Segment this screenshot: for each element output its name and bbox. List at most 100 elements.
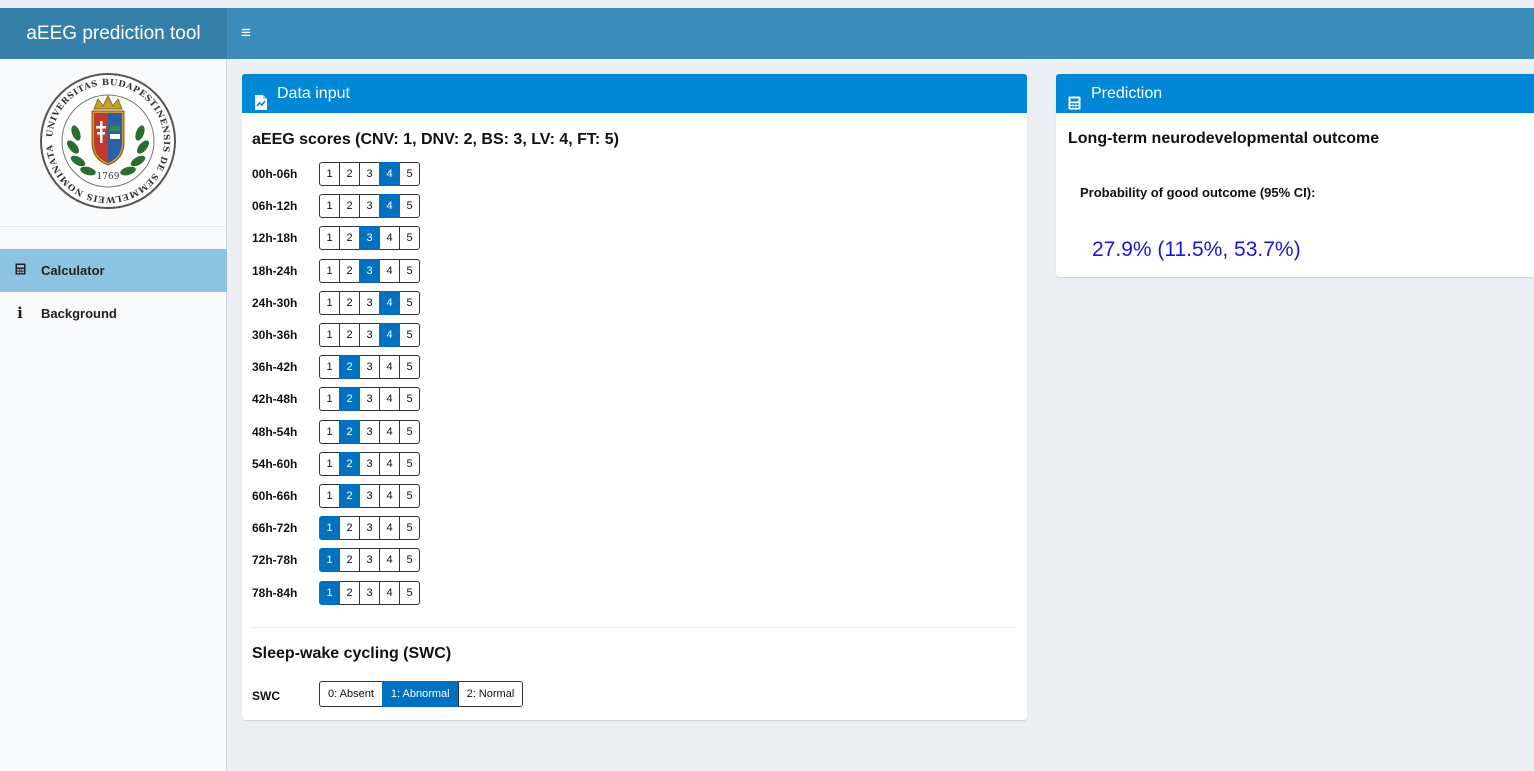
file-chart-icon xyxy=(254,86,268,110)
score-option-4[interactable]: 4 xyxy=(379,194,400,218)
score-option-5[interactable]: 5 xyxy=(399,581,420,605)
score-option-1[interactable]: 1 xyxy=(319,259,340,283)
score-row-label: 18h-24h xyxy=(252,264,298,278)
score-option-5[interactable]: 5 xyxy=(399,516,420,540)
score-option-5[interactable]: 5 xyxy=(399,452,420,476)
score-option-3[interactable]: 3 xyxy=(359,259,380,283)
score-option-3[interactable]: 3 xyxy=(359,581,380,605)
score-option-3[interactable]: 3 xyxy=(359,323,380,347)
score-option-1[interactable]: 1 xyxy=(319,548,340,572)
score-option-2[interactable]: 2 xyxy=(339,420,360,444)
score-option-2[interactable]: 2 xyxy=(339,484,360,508)
score-option-4[interactable]: 4 xyxy=(379,323,400,347)
score-option-3[interactable]: 3 xyxy=(359,516,380,540)
score-option-2[interactable]: 2 xyxy=(339,355,360,379)
score-radio-group: 12345 xyxy=(319,387,420,411)
swc-option-0[interactable]: 0: Absent xyxy=(319,681,383,707)
score-option-5[interactable]: 5 xyxy=(399,323,420,347)
score-option-1[interactable]: 1 xyxy=(319,323,340,347)
score-option-4[interactable]: 4 xyxy=(379,259,400,283)
score-row-label: 66h-72h xyxy=(252,521,298,535)
aeeg-scores-title: aEEG scores (CNV: 1, DNV: 2, BS: 3, LV: … xyxy=(252,131,619,148)
app-brand[interactable]: aEEG prediction tool xyxy=(0,8,227,59)
score-option-4[interactable]: 4 xyxy=(379,581,400,605)
score-option-5[interactable]: 5 xyxy=(399,355,420,379)
score-option-1[interactable]: 1 xyxy=(319,484,340,508)
score-row-label: 78h-84h xyxy=(252,586,298,600)
score-radio-group: 12345 xyxy=(319,355,420,379)
score-option-2[interactable]: 2 xyxy=(339,291,360,315)
outcome-title: Long-term neurodevelopmental outcome xyxy=(1068,130,1380,147)
score-option-2[interactable]: 2 xyxy=(339,194,360,218)
score-option-1[interactable]: 1 xyxy=(319,516,340,540)
score-option-3[interactable]: 3 xyxy=(359,194,380,218)
score-radio-group: 12345 xyxy=(319,452,420,476)
score-row-label: 42h-48h xyxy=(252,392,298,406)
score-option-5[interactable]: 5 xyxy=(399,162,420,186)
score-option-5[interactable]: 5 xyxy=(399,420,420,444)
score-option-4[interactable]: 4 xyxy=(379,162,400,186)
score-option-4[interactable]: 4 xyxy=(379,484,400,508)
score-radio-group: 12345 xyxy=(319,420,420,444)
score-option-3[interactable]: 3 xyxy=(359,387,380,411)
score-option-1[interactable]: 1 xyxy=(319,420,340,444)
score-option-1[interactable]: 1 xyxy=(319,162,340,186)
score-option-1[interactable]: 1 xyxy=(319,355,340,379)
score-option-5[interactable]: 5 xyxy=(399,291,420,315)
score-option-2[interactable]: 2 xyxy=(339,387,360,411)
score-option-1[interactable]: 1 xyxy=(319,291,340,315)
score-option-2[interactable]: 2 xyxy=(339,259,360,283)
score-option-4[interactable]: 4 xyxy=(379,452,400,476)
score-option-5[interactable]: 5 xyxy=(399,226,420,250)
score-option-5[interactable]: 5 xyxy=(399,548,420,572)
score-option-3[interactable]: 3 xyxy=(359,420,380,444)
probability-value: 27.9% (11.5%, 53.7%) xyxy=(1092,238,1301,261)
score-option-2[interactable]: 2 xyxy=(339,516,360,540)
swc-label: SWC xyxy=(252,689,280,703)
score-option-5[interactable]: 5 xyxy=(399,484,420,508)
calculator-icon xyxy=(12,249,28,292)
score-option-3[interactable]: 3 xyxy=(359,548,380,572)
score-option-2[interactable]: 2 xyxy=(339,581,360,605)
score-row-label: 72h-78h xyxy=(252,553,298,567)
score-option-1[interactable]: 1 xyxy=(319,581,340,605)
score-row-label: 12h-18h xyxy=(252,231,298,245)
score-option-5[interactable]: 5 xyxy=(399,259,420,283)
score-option-3[interactable]: 3 xyxy=(359,355,380,379)
score-option-1[interactable]: 1 xyxy=(319,226,340,250)
score-option-2[interactable]: 2 xyxy=(339,452,360,476)
score-option-3[interactable]: 3 xyxy=(359,291,380,315)
score-option-4[interactable]: 4 xyxy=(379,387,400,411)
score-radio-group: 12345 xyxy=(319,162,420,186)
sidebar-item-calculator[interactable]: Calculator xyxy=(0,249,227,292)
score-option-5[interactable]: 5 xyxy=(399,194,420,218)
score-row-label: 30h-36h xyxy=(252,328,298,342)
score-option-4[interactable]: 4 xyxy=(379,226,400,250)
score-option-2[interactable]: 2 xyxy=(339,323,360,347)
score-option-4[interactable]: 4 xyxy=(379,291,400,315)
score-radio-group: 12345 xyxy=(319,226,420,250)
score-option-1[interactable]: 1 xyxy=(319,452,340,476)
score-option-1[interactable]: 1 xyxy=(319,387,340,411)
score-option-3[interactable]: 3 xyxy=(359,162,380,186)
score-option-2[interactable]: 2 xyxy=(339,226,360,250)
data-input-box: Data input aEEG scores (CNV: 1, DNV: 2, … xyxy=(242,74,1027,720)
score-option-4[interactable]: 4 xyxy=(379,355,400,379)
score-option-2[interactable]: 2 xyxy=(339,162,360,186)
score-option-3[interactable]: 3 xyxy=(359,484,380,508)
menu-toggle-icon[interactable]: ≡ xyxy=(241,23,253,43)
sidebar-item-background[interactable]: i Background xyxy=(0,292,227,335)
score-option-3[interactable]: 3 xyxy=(359,226,380,250)
score-radio-group: 12345 xyxy=(319,291,420,315)
score-option-3[interactable]: 3 xyxy=(359,452,380,476)
prediction-header: Prediction xyxy=(1056,74,1534,113)
score-option-1[interactable]: 1 xyxy=(319,194,340,218)
swc-option-1[interactable]: 1: Abnormal xyxy=(381,681,459,707)
score-row-label: 36h-42h xyxy=(252,360,298,374)
score-option-4[interactable]: 4 xyxy=(379,516,400,540)
score-option-2[interactable]: 2 xyxy=(339,548,360,572)
score-option-4[interactable]: 4 xyxy=(379,548,400,572)
score-option-5[interactable]: 5 xyxy=(399,387,420,411)
swc-option-2[interactable]: 2: Normal xyxy=(457,681,524,707)
score-option-4[interactable]: 4 xyxy=(379,420,400,444)
